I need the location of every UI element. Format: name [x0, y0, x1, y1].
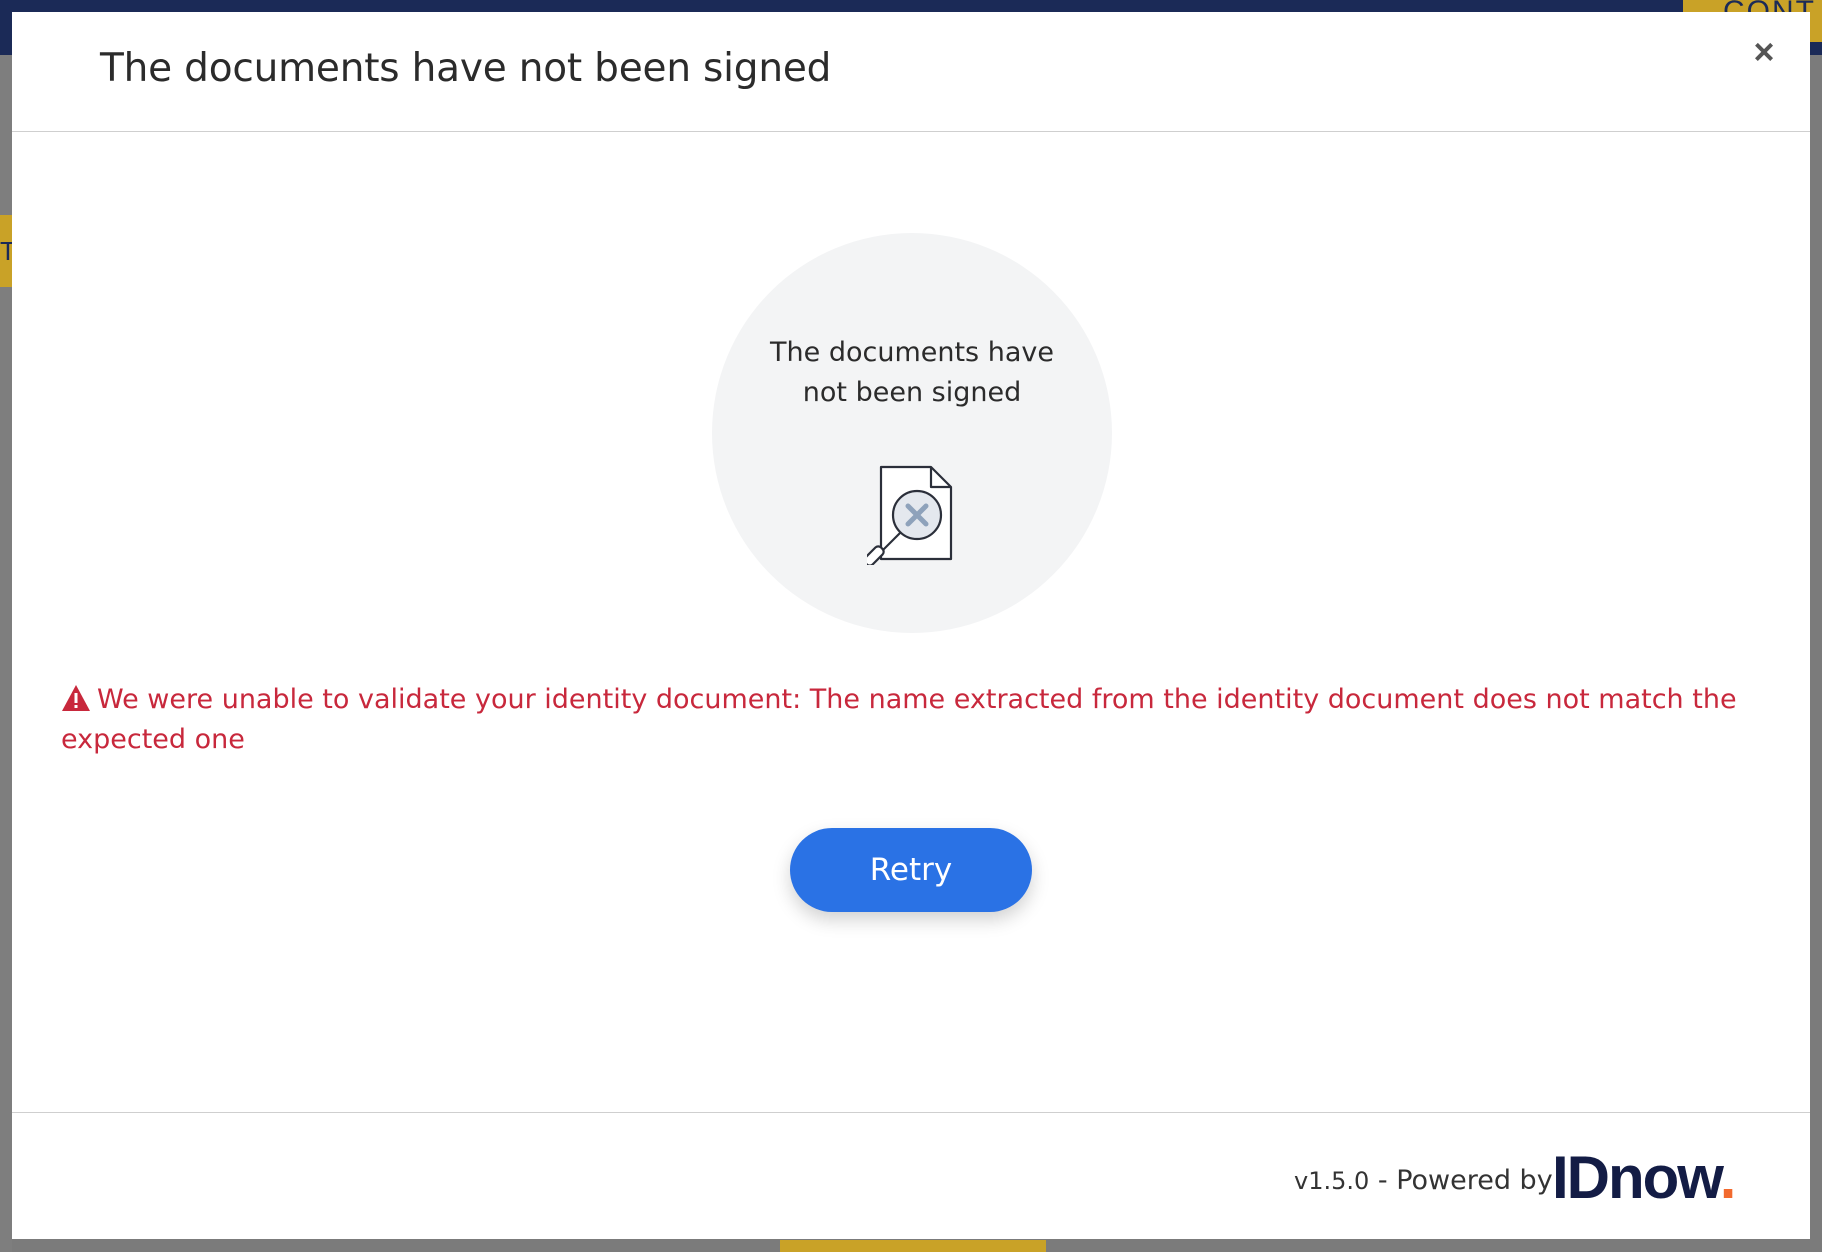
dialog-footer: v1.5.0 - Powered by IDnow.: [12, 1112, 1810, 1239]
document-search-error-icon: [867, 465, 953, 565]
status-text-line-1: The documents have: [770, 337, 1054, 368]
status-text: The documents have not been signed: [712, 333, 1112, 413]
status-text-line-2: not been signed: [802, 377, 1022, 408]
dialog-header: The documents have not been signed ×: [12, 12, 1810, 132]
close-icon[interactable]: ×: [1744, 32, 1784, 72]
retry-button[interactable]: Retry: [790, 828, 1032, 912]
error-message-text: We were unable to validate your identity…: [61, 684, 1737, 755]
powered-by-text: v1.5.0 - Powered by: [1294, 1165, 1553, 1196]
status-illustration: The documents have not been signed: [712, 233, 1112, 633]
warning-triangle-icon: [62, 685, 90, 711]
signature-result-dialog: The documents have not been signed × The…: [12, 12, 1810, 1239]
idnow-logo: IDnow.: [1552, 1143, 1737, 1212]
powered-by-label: - Powered by: [1369, 1165, 1553, 1196]
brand-dot: .: [1719, 1144, 1737, 1211]
brand-name: IDnow: [1552, 1144, 1722, 1211]
error-message: We were unable to validate your identity…: [61, 680, 1761, 760]
version-label: v1.5.0: [1294, 1167, 1370, 1195]
background-bottom-strip: [780, 1240, 1046, 1252]
background-left-tab: T: [0, 215, 12, 287]
dialog-title: The documents have not been signed: [100, 46, 832, 91]
